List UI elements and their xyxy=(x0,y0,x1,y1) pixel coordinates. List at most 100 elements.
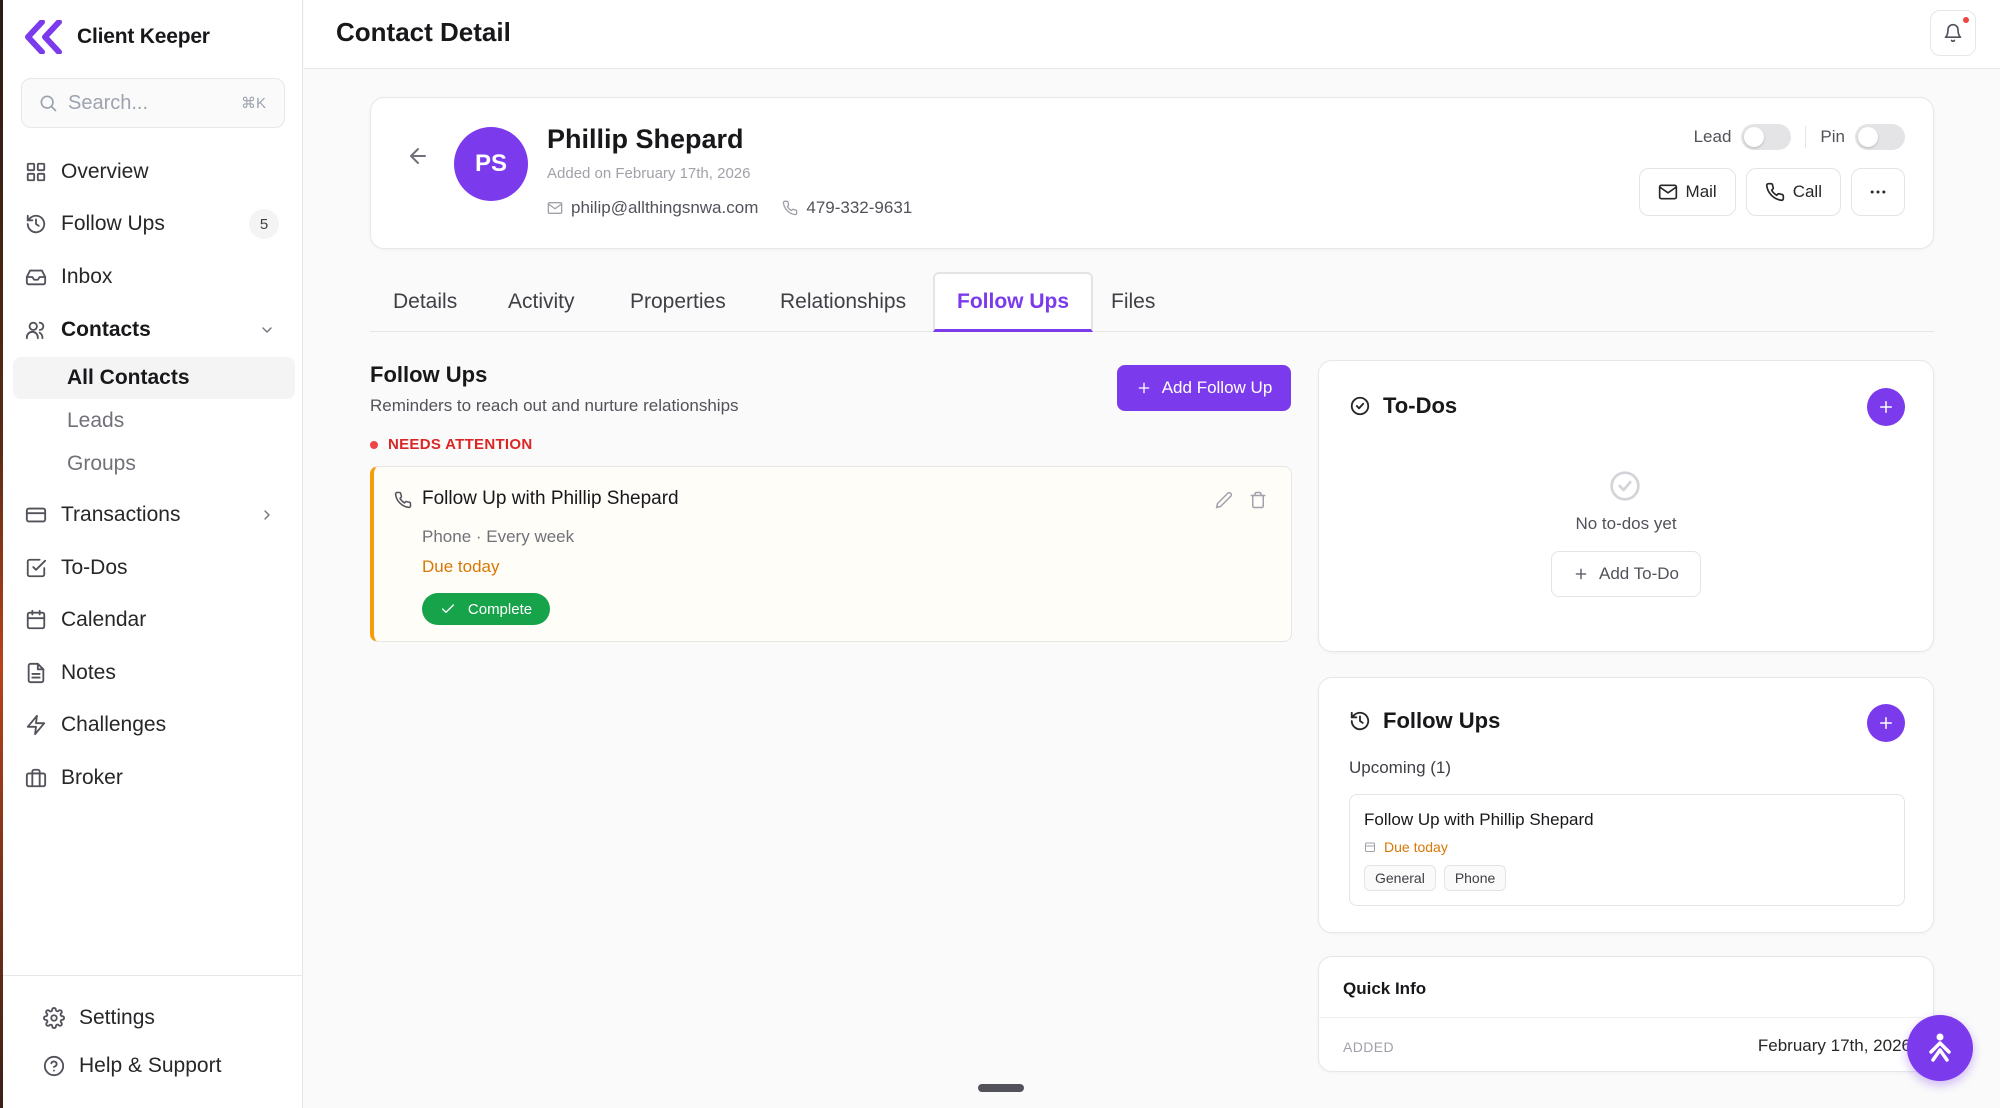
quick-info-divider xyxy=(1319,1017,1933,1018)
sidebar-item-label: Settings xyxy=(79,1006,155,1029)
sidebar-item-label: Contacts xyxy=(61,318,151,341)
brand-name: Client Keeper xyxy=(77,25,210,48)
pin-toggle[interactable] xyxy=(1855,124,1905,150)
bell-icon xyxy=(1944,23,1962,43)
calendar-icon xyxy=(1365,842,1375,852)
contact-name: Phillip Shepard xyxy=(547,124,744,154)
sidebar-item-notes[interactable]: Notes xyxy=(25,653,287,693)
sidebar-item-label: To-Dos xyxy=(61,556,128,579)
side-follow-ups-title: Follow Ups xyxy=(1383,708,1501,733)
call-button[interactable]: Call xyxy=(1745,168,1841,216)
follow-up-card[interactable]: Follow Up with Phillip Shepard Phone · E… xyxy=(370,466,1292,642)
plus-icon xyxy=(1575,568,1587,580)
check-circle-icon xyxy=(1350,396,1370,416)
complete-label: Complete xyxy=(467,600,533,618)
grid-icon xyxy=(26,162,46,182)
sidebar-item-follow-ups[interactable]: Follow Ups 5 xyxy=(25,204,287,244)
mail-button[interactable]: Mail xyxy=(1638,168,1736,216)
inbox-icon xyxy=(25,269,47,286)
contact-email[interactable]: philip@allthingsnwa.com xyxy=(547,198,758,218)
scroll-handle[interactable] xyxy=(978,1084,1024,1092)
todos-heading: To-Dos xyxy=(1349,393,1457,419)
needs-attention-label: NEEDS ATTENTION xyxy=(370,436,533,453)
file-text-icon xyxy=(27,662,45,684)
quick-info-card: Quick Info ADDED February 17th, 2026 xyxy=(1318,956,1934,1072)
empty-check-circle-icon xyxy=(1610,471,1640,501)
sidebar-item-help[interactable]: Help & Support xyxy=(43,1046,283,1086)
search-box[interactable]: ⌘K xyxy=(21,78,285,128)
history-icon xyxy=(26,214,46,234)
search-input[interactable] xyxy=(68,91,228,115)
add-side-follow-up-button[interactable] xyxy=(1867,704,1905,742)
contact-tabs: Details Activity Properties Relationship… xyxy=(370,272,1934,332)
sidebar-item-overview[interactable]: Overview xyxy=(25,152,287,192)
todos-empty-text: No to-dos yet xyxy=(1575,514,1677,533)
sidebar-item-label: Inbox xyxy=(61,265,113,288)
users-icon xyxy=(25,321,45,340)
sidebar-item-settings[interactable]: Settings xyxy=(43,998,283,1038)
complete-button[interactable]: Complete xyxy=(422,593,550,625)
sidebar-item-label: Calendar xyxy=(61,608,147,631)
trash-icon[interactable] xyxy=(1249,491,1267,509)
add-todo-plus-button[interactable] xyxy=(1867,388,1905,426)
client-keeper-logo-icon xyxy=(25,20,62,54)
side-follow-ups-heading: Follow Ups xyxy=(1349,708,1500,734)
chevron-down-icon xyxy=(262,327,272,333)
phone-icon xyxy=(1765,182,1784,202)
tab-follow-ups[interactable]: Follow Ups xyxy=(933,272,1093,332)
more-actions-button[interactable] xyxy=(1851,168,1905,216)
tab-files[interactable]: Files xyxy=(1111,272,1155,332)
sidebar-item-contacts[interactable]: Contacts xyxy=(25,310,287,350)
tab-properties[interactable]: Properties xyxy=(630,272,726,332)
sidebar-subitem-all-contacts[interactable]: All Contacts xyxy=(13,357,295,399)
upcoming-follow-up-item[interactable]: Follow Up with Phillip Shepard Due today… xyxy=(1349,794,1905,906)
sidebar-item-label: Transactions xyxy=(61,503,181,526)
sidebar-item-label: Overview xyxy=(61,160,149,183)
sidebar-item-transactions[interactable]: Transactions xyxy=(25,495,287,535)
sidebar-item-challenges[interactable]: Challenges xyxy=(25,705,287,745)
chevron-right-icon xyxy=(264,510,270,520)
quick-info-title: Quick Info xyxy=(1343,979,1427,998)
sidebar-item-label: Follow Ups xyxy=(61,212,165,235)
edit-icon[interactable] xyxy=(1215,491,1233,509)
brand[interactable]: Client Keeper xyxy=(25,20,210,54)
add-follow-up-label: Add Follow Up xyxy=(1161,378,1273,397)
notifications-button[interactable] xyxy=(1930,10,1976,56)
needs-attention-text: NEEDS ATTENTION xyxy=(388,436,533,453)
add-follow-up-button[interactable]: Add Follow Up xyxy=(1117,365,1291,411)
plus-icon xyxy=(1880,717,1892,729)
sidebar-item-todos[interactable]: To-Dos xyxy=(25,548,287,588)
back-arrow-icon[interactable] xyxy=(406,144,430,168)
plus-icon xyxy=(1138,382,1150,394)
tab-relationships[interactable]: Relationships xyxy=(780,272,906,332)
lead-toggle[interactable] xyxy=(1741,124,1792,150)
sidebar: Client Keeper ⌘K Overview Follow Ups 5 I… xyxy=(3,0,303,1108)
sidebar-item-label: Help & Support xyxy=(79,1054,222,1077)
sidebar-item-broker[interactable]: Broker xyxy=(25,758,287,798)
phone-icon xyxy=(783,200,798,216)
sidebar-item-inbox[interactable]: Inbox xyxy=(25,257,287,297)
briefcase-icon xyxy=(25,768,47,788)
more-horizontal-icon xyxy=(1870,190,1886,194)
sidebar-item-calendar[interactable]: Calendar xyxy=(25,600,287,640)
follow-ups-subtitle: Reminders to reach out and nurture relat… xyxy=(370,396,739,415)
sidebar-subitem-groups[interactable]: Groups xyxy=(13,443,295,485)
follow-up-title: Follow Up with Phillip Shepard xyxy=(422,488,679,509)
tab-activity[interactable]: Activity xyxy=(508,272,575,332)
check-icon xyxy=(441,604,454,613)
assistant-fab-button[interactable] xyxy=(1907,1015,1973,1081)
search-shortcut: ⌘K xyxy=(240,95,266,112)
tab-details[interactable]: Details xyxy=(393,272,457,332)
mail-button-label: Mail xyxy=(1685,182,1717,201)
gear-icon xyxy=(43,1007,65,1029)
help-circle-icon xyxy=(43,1055,65,1077)
add-todo-button[interactable]: Add To-Do xyxy=(1551,551,1701,597)
todos-card: To-Dos No to-dos yet Add To-Do xyxy=(1318,360,1934,652)
tag-general: General xyxy=(1364,865,1436,891)
contact-phone[interactable]: 479-332-9631 xyxy=(782,198,912,218)
upcoming-item-due-text: Due today xyxy=(1384,839,1448,855)
sidebar-subitem-leads[interactable]: Leads xyxy=(13,400,295,442)
history-icon xyxy=(1350,711,1370,731)
attention-dot xyxy=(370,440,378,449)
phone-icon xyxy=(394,491,412,509)
